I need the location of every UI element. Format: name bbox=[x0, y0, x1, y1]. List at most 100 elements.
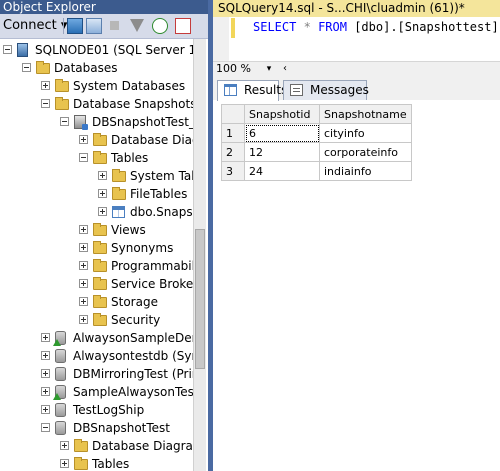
tree-item[interactable]: SampleAlwaysonTestdb (R bbox=[0, 383, 193, 401]
tree-item[interactable]: System Databases bbox=[0, 77, 193, 95]
cell-snapshotid[interactable]: 24 bbox=[244, 161, 320, 181]
sql-editor[interactable]: SELECT * FROM [dbo].[Snapshottest] bbox=[213, 17, 500, 61]
expand-icon[interactable] bbox=[41, 351, 50, 360]
query-document-tab[interactable]: SQLQuery14.sql - S...CHI\cluadmin (61))* bbox=[213, 0, 500, 17]
collapse-node-icon[interactable] bbox=[41, 99, 50, 108]
connect-object-explorer-icon[interactable] bbox=[67, 18, 83, 34]
expand-icon[interactable] bbox=[41, 333, 50, 342]
tree-item-label: Synonyms bbox=[111, 241, 174, 255]
tree-item[interactable]: Database Snapshots bbox=[0, 95, 193, 113]
expand-icon[interactable] bbox=[79, 225, 88, 234]
zoom-bar: 100 % ▾ ‹ bbox=[213, 61, 500, 76]
disconnect-icon[interactable] bbox=[86, 18, 102, 34]
tree-item-label: DBSnapshotTest bbox=[73, 421, 170, 435]
scroll-left-icon[interactable]: ‹ bbox=[279, 62, 291, 76]
table-row[interactable]: 2 12 corporateinfo bbox=[221, 142, 412, 162]
column-header-snapshotname[interactable]: Snapshotname bbox=[319, 104, 412, 124]
zoom-level[interactable]: 100 % bbox=[216, 62, 251, 76]
cell-snapshotid[interactable]: 12 bbox=[244, 142, 320, 162]
scrollbar-thumb[interactable] bbox=[195, 229, 205, 369]
expand-icon[interactable] bbox=[98, 171, 107, 180]
folder-icon bbox=[112, 187, 126, 200]
row-number[interactable]: 3 bbox=[221, 161, 245, 181]
database-green-icon bbox=[53, 331, 66, 346]
expand-icon[interactable] bbox=[41, 387, 50, 396]
column-header-snapshotid[interactable]: Snapshotid bbox=[244, 104, 320, 124]
row-number[interactable]: 2 bbox=[221, 142, 245, 162]
tree-item[interactable]: Database Diagrams bbox=[0, 437, 193, 455]
tree-item[interactable]: Programmability bbox=[0, 257, 193, 275]
expand-icon[interactable] bbox=[60, 441, 69, 450]
tree-item[interactable]: DBMirroringTest (Principal bbox=[0, 365, 193, 383]
collapse-node-icon[interactable] bbox=[41, 423, 50, 432]
object-explorer-scrollbar[interactable] bbox=[193, 39, 206, 471]
expand-icon[interactable] bbox=[41, 405, 50, 414]
cell-snapshotname[interactable]: cityinfo bbox=[319, 123, 412, 143]
tree-item-label: SampleAlwaysonTestdb (R bbox=[73, 385, 193, 399]
tree-item[interactable]: Service Broker bbox=[0, 275, 193, 293]
collapse-node-icon[interactable] bbox=[60, 117, 69, 126]
refresh-icon[interactable] bbox=[152, 18, 168, 34]
expand-icon[interactable] bbox=[79, 279, 88, 288]
tree-item-label: DBMirroringTest (Principal bbox=[73, 367, 193, 381]
expand-icon[interactable] bbox=[98, 189, 107, 198]
cell-snapshotname[interactable]: corporateinfo bbox=[319, 142, 412, 162]
tree-item-label: Alwaysontestdb (Synchro bbox=[73, 349, 193, 363]
filter-icon[interactable] bbox=[130, 19, 144, 32]
expand-icon[interactable] bbox=[79, 315, 88, 324]
database-icon bbox=[55, 367, 66, 381]
folder-icon bbox=[93, 151, 107, 164]
folder-icon bbox=[93, 241, 107, 254]
tree-item[interactable]: Databases bbox=[0, 59, 193, 77]
expand-icon[interactable] bbox=[98, 207, 107, 216]
expand-icon[interactable] bbox=[41, 369, 50, 378]
tree-item[interactable]: Tables bbox=[0, 149, 193, 167]
results-grid[interactable]: Snapshotid Snapshotname 1 6 cityinfo 2 1… bbox=[221, 104, 412, 181]
tab-messages[interactable]: Messages bbox=[283, 80, 369, 100]
tab-results[interactable]: Results bbox=[217, 80, 287, 101]
tree-item[interactable]: Alwaysontestdb (Synchro bbox=[0, 347, 193, 365]
grid-header-row: Snapshotid Snapshotname bbox=[221, 104, 412, 124]
row-number[interactable]: 1 bbox=[221, 123, 245, 143]
collapse-node-icon[interactable] bbox=[79, 153, 88, 162]
expand-icon[interactable] bbox=[79, 297, 88, 306]
sql-line[interactable]: SELECT * FROM [dbo].[Snapshottest] bbox=[253, 20, 499, 34]
tree-item-label: AlwaysonSampleDemo (Re bbox=[73, 331, 193, 345]
database-icon bbox=[55, 421, 66, 435]
tree-item[interactable]: TestLogShip bbox=[0, 401, 193, 419]
tree-item[interactable]: Storage bbox=[0, 293, 193, 311]
collapse-icon[interactable] bbox=[175, 18, 191, 34]
stop-icon[interactable] bbox=[110, 21, 119, 30]
connect-button[interactable]: Connect ▾ bbox=[3, 17, 67, 35]
tree-item[interactable]: Views bbox=[0, 221, 193, 239]
tree-item-label: Databases bbox=[54, 61, 118, 75]
tree-item[interactable]: System Tables bbox=[0, 167, 193, 185]
tree-item[interactable]: Tables bbox=[0, 455, 193, 471]
database-icon bbox=[55, 349, 66, 363]
table-row[interactable]: 1 6 cityinfo bbox=[221, 123, 412, 143]
expand-icon[interactable] bbox=[79, 243, 88, 252]
tree-item[interactable]: SQLNODE01 (SQL Server 11.0.2100 bbox=[0, 41, 193, 59]
expand-icon[interactable] bbox=[60, 459, 69, 468]
tree-item[interactable]: Security bbox=[0, 311, 193, 329]
cell-snapshotname[interactable]: indiainfo bbox=[319, 161, 412, 181]
tree-item[interactable]: DBSnapshotTest bbox=[0, 419, 193, 437]
tree-item[interactable]: Database Diagrams bbox=[0, 131, 193, 149]
messages-icon bbox=[290, 84, 303, 96]
zoom-dropdown-icon[interactable]: ▾ bbox=[263, 62, 275, 76]
tree-item[interactable]: Synonyms bbox=[0, 239, 193, 257]
tree-item[interactable]: AlwaysonSampleDemo (Re bbox=[0, 329, 193, 347]
table-row[interactable]: 3 24 indiainfo bbox=[221, 161, 412, 181]
tree-item[interactable]: dbo.Snapshotte bbox=[0, 203, 193, 221]
server-icon bbox=[17, 43, 28, 57]
grid-corner[interactable] bbox=[221, 104, 245, 124]
cell-snapshotid[interactable]: 6 bbox=[244, 123, 320, 143]
tree-item[interactable]: FileTables bbox=[0, 185, 193, 203]
tree-item[interactable]: DBSnapshotTest_AUG2 bbox=[0, 113, 193, 131]
collapse-node-icon[interactable] bbox=[3, 45, 12, 54]
tree-item-label: Database Diagrams bbox=[92, 439, 193, 453]
expand-icon[interactable] bbox=[79, 135, 88, 144]
expand-icon[interactable] bbox=[79, 261, 88, 270]
expand-icon[interactable] bbox=[41, 81, 50, 90]
collapse-node-icon[interactable] bbox=[22, 63, 31, 72]
